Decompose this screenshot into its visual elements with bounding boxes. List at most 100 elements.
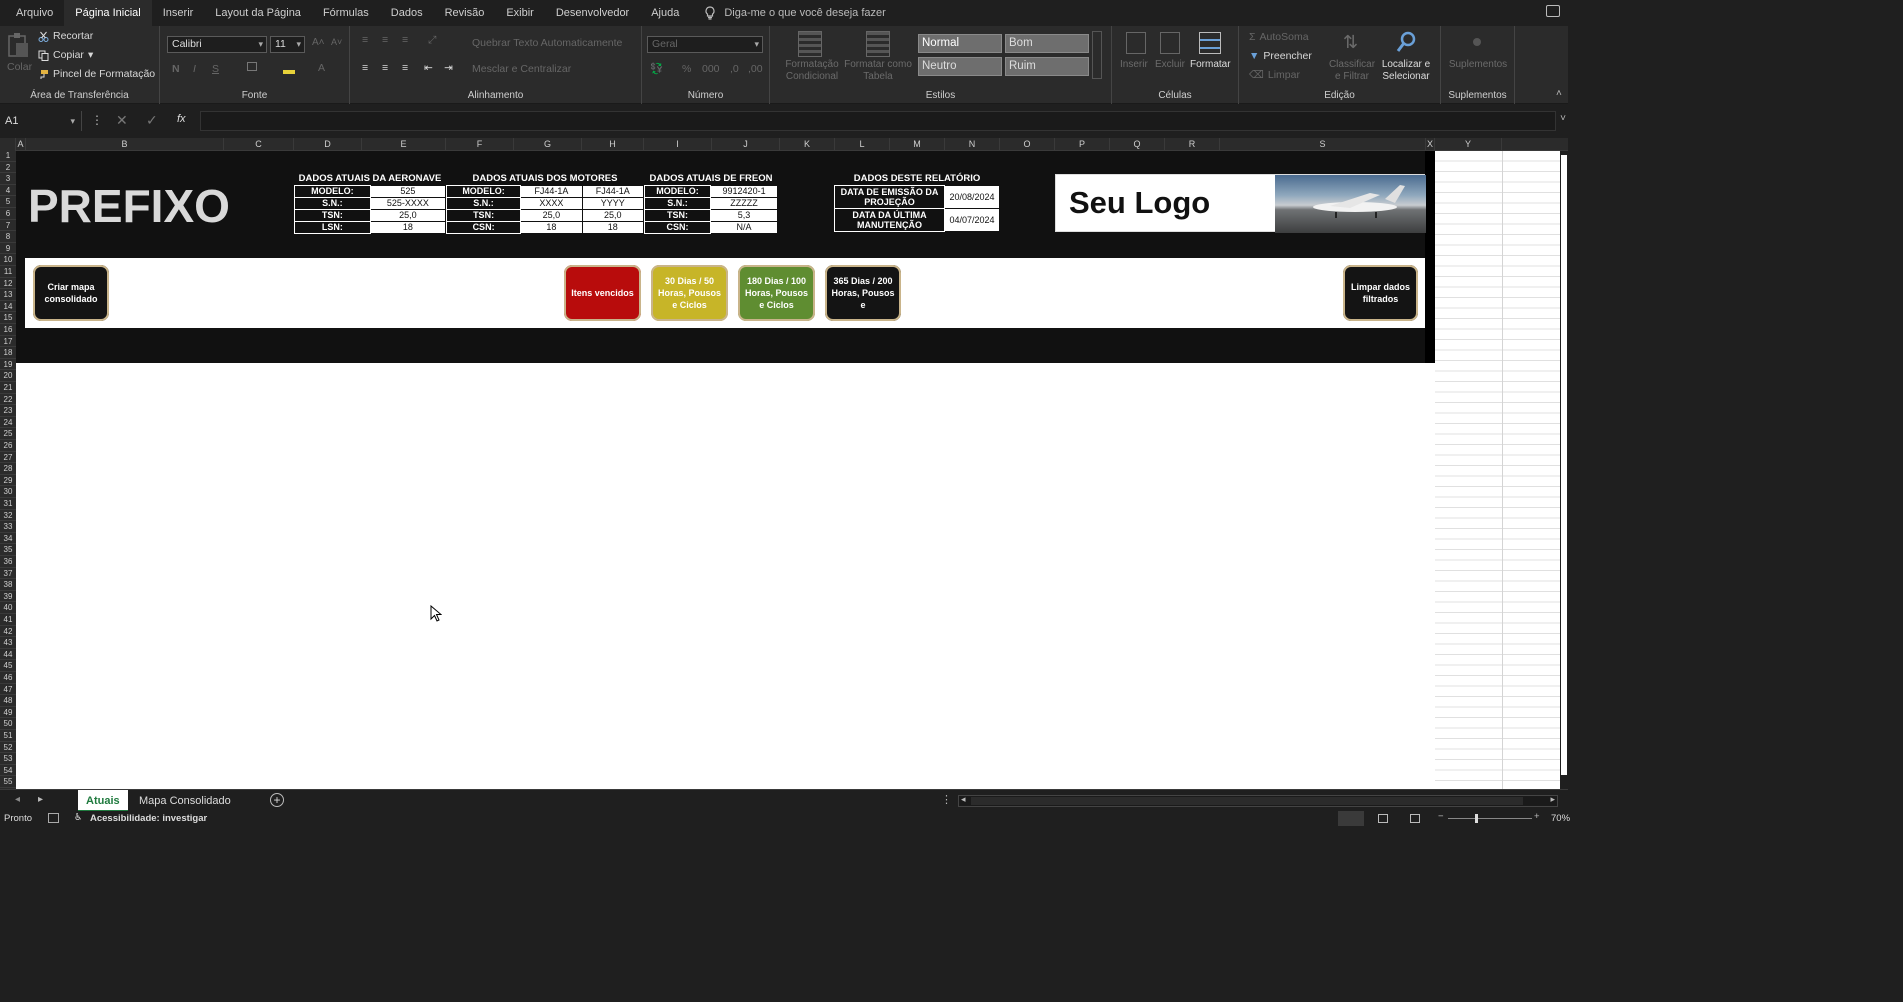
zoom-out-icon[interactable]: − [1438, 811, 1444, 822]
fill-color-icon[interactable] [283, 62, 295, 74]
increase-font-icon[interactable]: A˄ [312, 37, 325, 48]
create-consolidated-map-button[interactable]: Criar mapa consolidado [33, 265, 109, 321]
bold-icon[interactable]: N [172, 63, 180, 75]
copy-button[interactable]: Copiar ▾ [38, 49, 93, 61]
prev-sheet-icon[interactable]: ◂ [15, 794, 20, 805]
menu-arquivo[interactable]: Arquivo [5, 0, 64, 26]
delete-cells-icon[interactable] [1160, 32, 1180, 54]
row-header[interactable]: 45 [0, 661, 16, 672]
row-header[interactable]: 9 [0, 244, 16, 255]
row-header[interactable]: 30 [0, 487, 16, 498]
format-as-table-button[interactable]: Formatar como Tabela [842, 59, 914, 83]
value-cell[interactable]: FJ44-1A [581, 184, 645, 198]
decrease-decimal-icon[interactable]: ,00 [748, 63, 763, 75]
align-middle-icon[interactable]: ≡ [382, 34, 388, 46]
vertical-scrollbar[interactable] [1560, 151, 1568, 789]
format-as-table-icon[interactable] [866, 31, 890, 57]
row-header[interactable]: 10 [0, 255, 16, 266]
label-cell[interactable]: CSN: [643, 220, 712, 234]
comments-icon[interactable] [1546, 5, 1560, 17]
label-cell[interactable]: S.N.: [445, 196, 522, 210]
label-cell[interactable]: S.N.: [294, 196, 371, 210]
row-header[interactable]: 42 [0, 627, 16, 638]
label-cell[interactable]: S.N.: [643, 196, 712, 210]
sort-filter-button[interactable]: Classificar e Filtrar [1327, 59, 1377, 83]
row-header[interactable]: 18 [0, 348, 16, 359]
align-right-icon[interactable]: ≡ [402, 62, 408, 74]
add-sheet-icon[interactable]: + [270, 793, 284, 807]
value-cell[interactable]: XXXX [520, 196, 583, 210]
col-header[interactable]: N [945, 138, 1000, 151]
row-header[interactable]: 21 [0, 383, 16, 394]
row-header[interactable]: 3 [0, 174, 16, 185]
horizontal-scrollbar[interactable]: ◂ ▸ [958, 794, 1558, 807]
more-options-icon[interactable]: ⋮ [91, 113, 103, 127]
col-header[interactable]: H [582, 138, 644, 151]
comma-icon[interactable]: 000 [702, 63, 720, 75]
row-header[interactable]: 31 [0, 499, 16, 510]
clear-filtered-data-button[interactable]: Limpar dados filtrados [1343, 265, 1418, 321]
row-header[interactable]: 14 [0, 302, 16, 313]
zoom-slider[interactable] [1448, 818, 1532, 819]
value-cell[interactable]: 04/07/2024 [944, 207, 1000, 232]
menu-inserir[interactable]: Inserir [152, 0, 205, 26]
paste-button[interactable]: Colar [7, 61, 32, 73]
label-cell[interactable]: TSN: [445, 208, 522, 222]
conditional-format-icon[interactable] [798, 31, 822, 57]
next-sheet-icon[interactable]: ▸ [38, 794, 43, 805]
row-header[interactable]: 44 [0, 650, 16, 661]
label-cell[interactable]: TSN: [294, 208, 371, 222]
row-header[interactable]: 7 [0, 221, 16, 232]
menu-layout[interactable]: Layout da Página [204, 0, 312, 26]
row-header[interactable]: 35 [0, 545, 16, 556]
row-header[interactable]: 36 [0, 557, 16, 568]
col-header[interactable]: P [1055, 138, 1110, 151]
value-cell[interactable]: 5,3 [710, 208, 778, 222]
row-header[interactable]: 1 [0, 151, 16, 162]
autosum-button[interactable]: Σ AutoSoma [1249, 31, 1309, 43]
label-cell[interactable]: MODELO: [643, 184, 712, 198]
label-cell[interactable]: MODELO: [294, 184, 371, 198]
row-header[interactable]: 2 [0, 163, 16, 174]
row-header[interactable]: 23 [0, 406, 16, 417]
row-header[interactable]: 6 [0, 209, 16, 220]
label-cell[interactable]: DATA DA ÚLTIMA MANUTENÇÃO [834, 207, 945, 232]
filter-180-days-button[interactable]: 180 Dias / 100 Horas, Pousos e Ciclos [738, 265, 815, 321]
scroll-thumb[interactable] [1561, 155, 1567, 775]
percent-icon[interactable]: % [682, 63, 691, 75]
addins-icon[interactable] [1473, 38, 1481, 46]
label-cell[interactable]: CSN: [445, 220, 522, 234]
clear-button[interactable]: ⌫ Limpar [1249, 69, 1300, 81]
row-header[interactable]: 15 [0, 313, 16, 324]
label-cell[interactable]: MODELO: [445, 184, 522, 198]
col-header[interactable]: Q [1110, 138, 1165, 151]
align-center-icon[interactable]: ≡ [382, 62, 388, 74]
scroll-left-icon[interactable]: ◂ [961, 794, 966, 805]
col-header[interactable]: B [26, 138, 224, 151]
style-neutro[interactable]: Neutro [918, 57, 1002, 76]
underline-icon[interactable]: S [212, 63, 219, 75]
row-header[interactable]: 41 [0, 615, 16, 626]
row-header[interactable]: 48 [0, 696, 16, 707]
insert-function-icon[interactable]: fx [177, 113, 186, 125]
col-header[interactable]: G [514, 138, 582, 151]
row-header[interactable]: 34 [0, 534, 16, 545]
row-header[interactable]: 28 [0, 464, 16, 475]
align-bottom-icon[interactable]: ≡ [402, 34, 408, 46]
label-cell[interactable]: LSN: [294, 220, 371, 234]
chevron-down-icon[interactable]: ▾ [88, 49, 93, 61]
logo-box[interactable]: Seu Logo [1055, 174, 1426, 233]
label-cell[interactable]: TSN: [643, 208, 712, 222]
row-header[interactable]: 33 [0, 522, 16, 533]
row-header[interactable]: 49 [0, 708, 16, 719]
menu-dados[interactable]: Dados [380, 0, 434, 26]
number-format-select[interactable]: Geral [647, 36, 763, 53]
currency-icon[interactable]: 💱 [650, 62, 663, 75]
wrap-text-button[interactable]: Quebrar Texto Automaticamente [472, 37, 622, 49]
col-header[interactable]: I [644, 138, 712, 151]
name-box[interactable]: A1 [0, 111, 82, 131]
enter-icon[interactable]: ✓ [146, 112, 158, 129]
value-cell[interactable]: N/A [710, 220, 778, 234]
col-header[interactable]: S [1220, 138, 1426, 151]
addins-button[interactable]: Suplementos [1443, 59, 1513, 70]
